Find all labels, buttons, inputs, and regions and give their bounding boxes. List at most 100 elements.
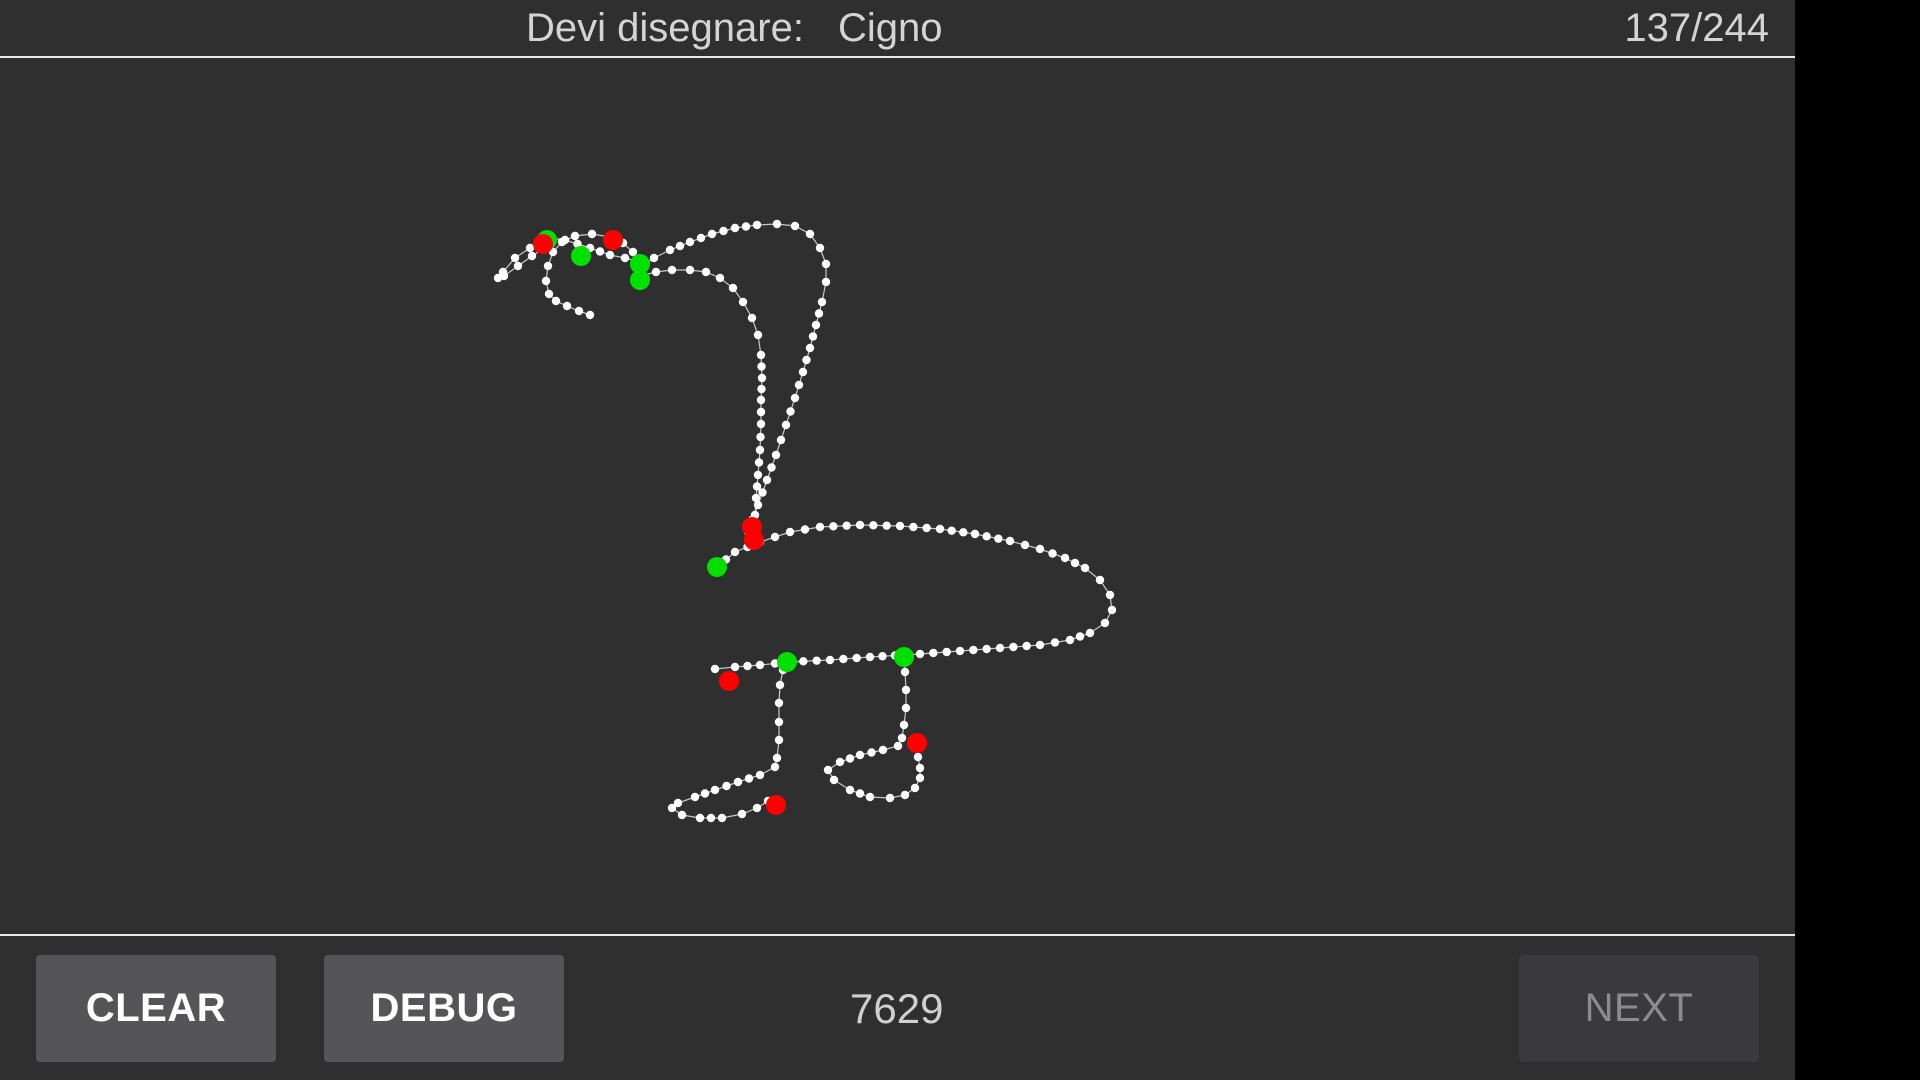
stroke-point <box>852 653 861 663</box>
stroke-point <box>942 647 951 657</box>
stroke-point <box>811 320 821 330</box>
stroke-point <box>541 276 551 286</box>
stroke-point <box>821 277 831 287</box>
stroke-point <box>744 774 754 783</box>
stroke-point <box>685 265 695 275</box>
stroke-point <box>527 251 537 261</box>
stroke-point <box>756 407 766 417</box>
stroke-point <box>775 680 785 690</box>
stroke-point <box>915 763 925 773</box>
stroke-point <box>794 380 804 390</box>
stroke-point <box>757 384 766 394</box>
stroke-point <box>982 532 991 541</box>
next-button[interactable]: NEXT <box>1519 955 1759 1062</box>
stroke-point <box>756 350 766 360</box>
stroke-point <box>895 521 905 531</box>
drawing-app: Devi disegnare: Cigno 137/244 CLEAR DEBUG… <box>0 0 1795 1080</box>
stroke-point <box>897 733 907 743</box>
stroke-start-marker <box>571 246 591 266</box>
stroke-point <box>829 775 839 785</box>
stroke-point <box>790 221 800 231</box>
footer-bar: CLEAR DEBUG 7629 NEXT <box>0 934 1795 1080</box>
stroke-point <box>752 220 762 230</box>
stroke-point <box>755 770 765 780</box>
stroke-point <box>790 393 800 403</box>
stroke-point <box>587 229 597 239</box>
stroke-point <box>762 475 772 485</box>
stroke-point <box>1050 638 1060 647</box>
stroke-point <box>982 644 991 654</box>
stroke-end-marker <box>766 795 786 815</box>
stroke-point <box>747 313 757 323</box>
stroke-point <box>551 296 561 306</box>
prompt-label: Devi disegnare: <box>526 6 804 50</box>
stroke-point <box>808 332 818 341</box>
stroke-point <box>1048 549 1057 558</box>
stroke-point <box>737 809 747 819</box>
stroke-point <box>543 261 553 271</box>
stroke-point <box>855 520 865 530</box>
stroke-point <box>929 648 938 658</box>
stroke-point <box>805 229 815 239</box>
stroke-point <box>772 753 782 763</box>
stroke-point <box>756 395 766 405</box>
stroke-start-marker <box>630 270 650 290</box>
drawing-canvas[interactable] <box>0 58 1795 934</box>
stroke-point <box>1009 642 1018 652</box>
stroke-point <box>696 233 706 243</box>
stroke-point <box>513 261 523 271</box>
stroke-point <box>499 271 509 281</box>
stroke-point <box>869 521 878 530</box>
stroke-line <box>714 524 1113 670</box>
stroke-point <box>814 309 824 318</box>
stroke-point <box>825 655 835 665</box>
stroke-point <box>767 463 776 472</box>
stroke-point <box>753 330 763 340</box>
stroke-point <box>757 373 767 383</box>
stroke-point <box>570 231 580 241</box>
stroke-point <box>751 493 761 503</box>
stroke-point <box>733 777 743 787</box>
stroke-point <box>845 754 855 763</box>
stroke-point <box>878 745 888 755</box>
stroke-point <box>900 790 910 800</box>
stroke-point <box>1105 590 1115 600</box>
stroke-point <box>815 522 825 532</box>
stroke-point <box>802 355 811 365</box>
stroke-point <box>1035 544 1045 554</box>
prompt: Devi disegnare: Cigno <box>526 6 942 50</box>
stroke-point <box>812 656 821 665</box>
stroke-point <box>935 524 945 534</box>
debug-button[interactable]: DEBUG <box>324 955 564 1062</box>
stroke-point <box>774 698 784 708</box>
stroke-end-marker <box>603 230 623 250</box>
stroke-point <box>959 528 968 537</box>
stroke-point <box>743 661 752 671</box>
stroke-point <box>817 297 827 307</box>
stroke-point <box>695 813 705 823</box>
stroke-point <box>909 522 918 532</box>
stroke-point <box>1060 553 1070 563</box>
stroke-point <box>785 527 795 537</box>
stroke-point <box>835 757 845 767</box>
stroke-point <box>994 534 1003 543</box>
stroke-start-marker <box>707 557 727 577</box>
stroke-point <box>893 741 903 751</box>
stroke-point <box>557 237 567 247</box>
stroke-point <box>585 310 595 320</box>
stroke-point <box>675 241 685 251</box>
stroke-point <box>878 652 887 661</box>
stroke-point <box>700 789 710 798</box>
stroke-point <box>685 237 695 247</box>
stroke-point <box>755 445 765 455</box>
stroke-point <box>800 525 810 534</box>
stroke-point <box>741 222 751 231</box>
clear-button[interactable]: CLEAR <box>36 955 276 1062</box>
stroke-point <box>756 432 765 442</box>
stroke-point <box>595 247 605 256</box>
stroke-point <box>1080 563 1090 573</box>
stroke-point <box>901 685 911 695</box>
stroke-point <box>865 652 875 662</box>
stroke-point <box>715 273 725 283</box>
stroke-point <box>865 792 875 802</box>
